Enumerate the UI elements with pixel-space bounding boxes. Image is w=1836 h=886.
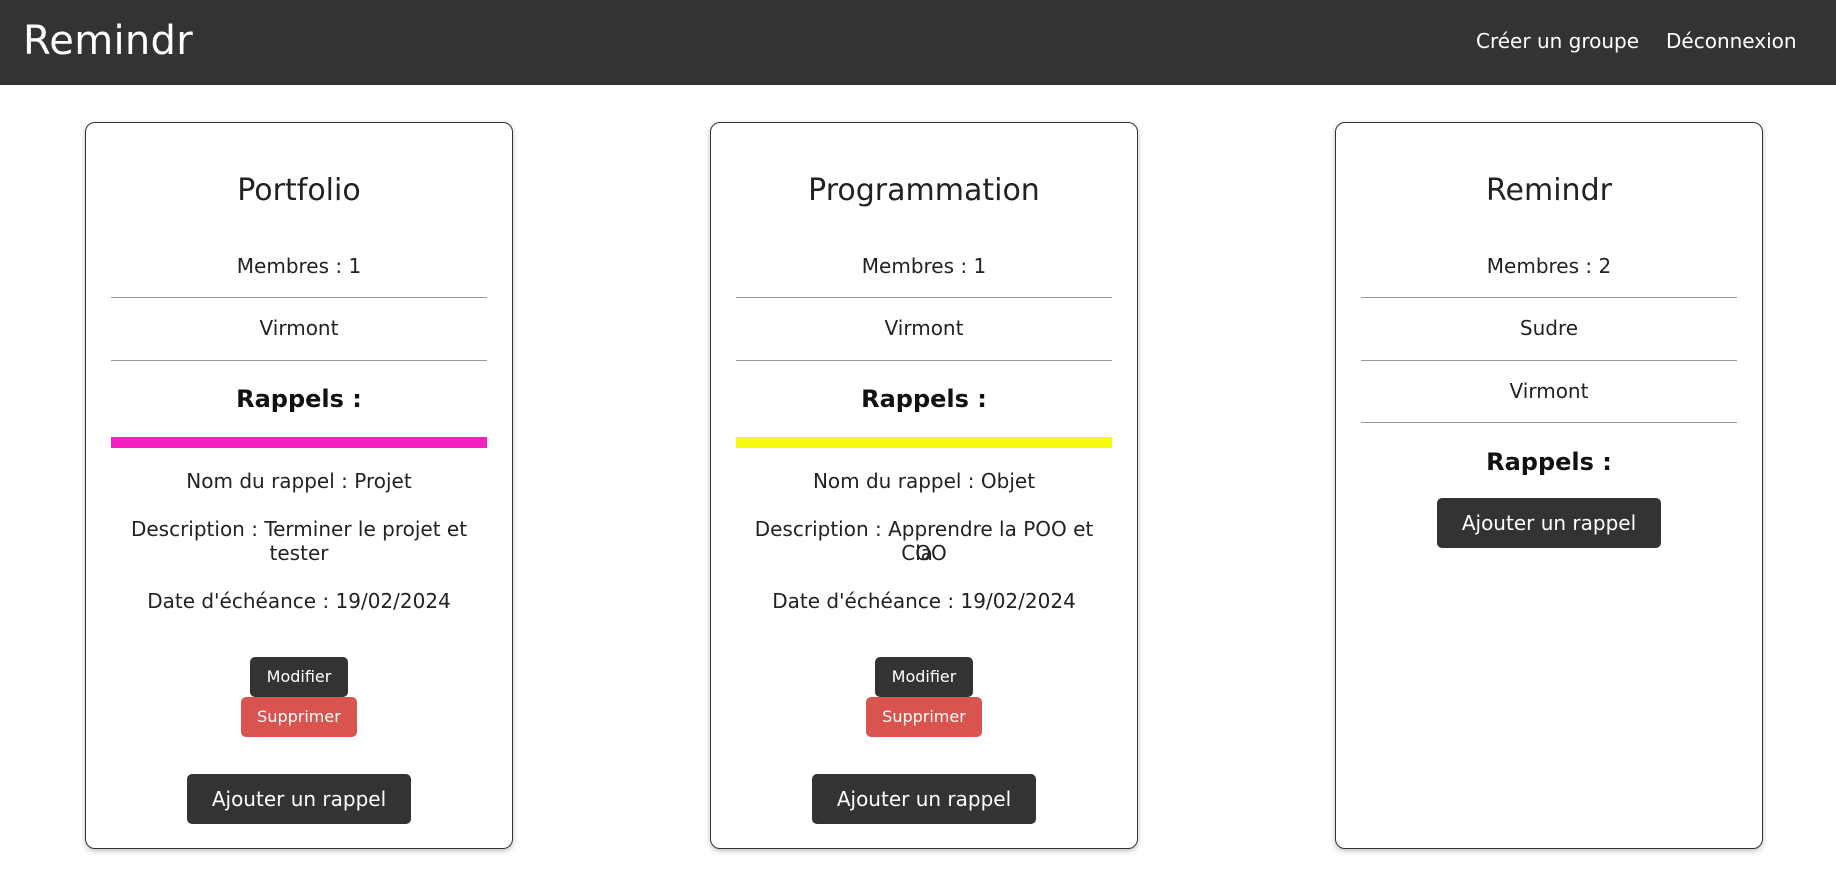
reminder-due-date: Date d'échéance : 19/02/2024 <box>147 589 451 613</box>
reminder-description-line1: Description : Terminer le projet et <box>130 517 468 541</box>
add-reminder-button[interactable]: Ajouter un rappel <box>187 774 411 824</box>
top-navbar: Remindr Créer un groupe Déconnexion <box>0 0 1836 85</box>
reminders-heading: Rappels : <box>236 385 362 413</box>
add-reminder-button[interactable]: Ajouter un rappel <box>812 774 1036 824</box>
group-title: Portfolio <box>237 173 361 208</box>
divider <box>736 360 1112 361</box>
app-brand-logo[interactable]: Remindr <box>23 18 193 64</box>
group-title: Programmation <box>808 173 1040 208</box>
add-reminder-button[interactable]: Ajouter un rappel <box>1437 498 1661 548</box>
members-count: Membres : 1 <box>861 254 987 278</box>
delete-reminder-button[interactable]: Supprimer <box>866 697 982 737</box>
delete-reminder-button[interactable]: Supprimer <box>241 697 357 737</box>
group-card-remindr: Remindr Membres : 2 Sudre Virmont Rappel… <box>1335 122 1763 849</box>
members-count: Membres : 2 <box>1486 254 1612 278</box>
reminders-heading: Rappels : <box>861 385 987 413</box>
members-count: Membres : 1 <box>236 254 362 278</box>
reminder-name: Nom du rappel : Projet <box>186 469 412 493</box>
reminder-description-line2: tester <box>269 541 329 565</box>
reminder-description-line2: COO <box>901 541 947 565</box>
divider <box>111 360 487 361</box>
member-name: Virmont <box>259 316 339 340</box>
group-card-programmation: Programmation Membres : 1 Virmont Rappel… <box>710 122 1138 849</box>
member-name: Virmont <box>884 316 964 340</box>
modify-reminder-button[interactable]: Modifier <box>250 657 348 697</box>
member-name: Sudre <box>1519 316 1579 340</box>
reminder-color-bar <box>736 437 1112 448</box>
create-group-link[interactable]: Créer un groupe <box>1476 29 1639 53</box>
reminder-due-date: Date d'échéance : 19/02/2024 <box>772 589 1076 613</box>
divider <box>1361 422 1737 423</box>
reminder-color-bar <box>111 437 487 448</box>
member-name: Virmont <box>1509 379 1589 403</box>
group-title: Remindr <box>1486 173 1612 208</box>
modify-reminder-button[interactable]: Modifier <box>875 657 973 697</box>
reminder-name: Nom du rappel : Objet <box>812 469 1036 493</box>
group-card-portfolio: Portfolio Membres : 1 Virmont Rappels : … <box>85 122 513 849</box>
reminders-heading: Rappels : <box>1486 448 1612 476</box>
logout-link[interactable]: Déconnexion <box>1666 29 1797 53</box>
